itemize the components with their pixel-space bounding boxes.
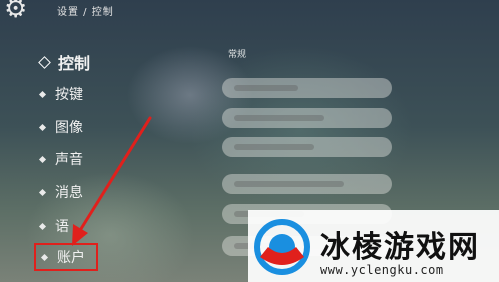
watermark-title: 冰棱游戏网 <box>320 230 480 265</box>
watermark-url: www.yclengku.com <box>320 263 444 277</box>
watermark-logo <box>254 219 310 275</box>
